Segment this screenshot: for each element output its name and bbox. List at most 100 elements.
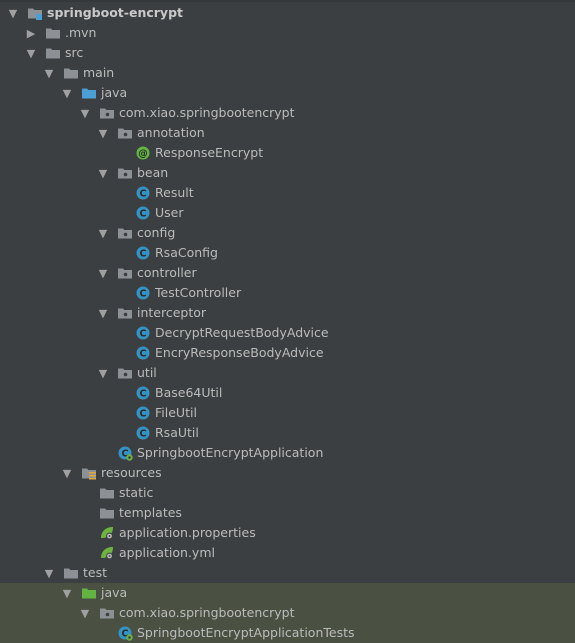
tree-row-label: resources [101,465,162,480]
tree-row-label: SpringbootEncryptApplicationTests [137,625,355,640]
tree-row[interactable]: C FileUtil [0,403,575,423]
tree-row[interactable]: static [0,483,575,503]
tree-row[interactable]: C DecryptRequestBodyAdvice [0,323,575,343]
tree-row-label: com.xiao.springbootencrypt [119,105,295,120]
class-icon: C [135,325,151,341]
tree-row[interactable]: ▼ util [0,363,575,383]
tree-row[interactable]: ▼ com.xiao.springbootencrypt [0,603,575,623]
tree-row[interactable]: ▼ com.xiao.springbootencrypt [0,103,575,123]
tree-row-label: Result [155,185,194,200]
tree-row-label: FileUtil [155,405,197,420]
module-folder-icon [27,5,43,21]
svg-text:C: C [140,209,147,220]
tree-row[interactable]: ▼ java [0,83,575,103]
tree-row[interactable]: ▶ .mvn [0,23,575,43]
expand-arrow-icon[interactable]: ▼ [41,563,57,583]
package-icon [117,165,133,181]
class-icon: C [135,385,151,401]
svg-text:C: C [140,329,147,340]
tree-row-label: application.properties [119,525,256,540]
expand-arrow-icon[interactable]: ▼ [95,303,111,323]
package-icon [117,225,133,241]
tree-row[interactable]: application.properties [0,523,575,543]
tree-row[interactable]: ▼ bean [0,163,575,183]
tree-row-label: java [101,85,128,100]
tree-row[interactable]: ▼ interceptor [0,303,575,323]
tree-row[interactable]: ▼ config [0,223,575,243]
package-icon [117,125,133,141]
tree-row[interactable]: C SpringbootEncryptApplication [0,443,575,463]
svg-text:C: C [140,189,147,200]
tree-row[interactable]: C TestController [0,283,575,303]
tree-row-label: TestController [155,285,242,300]
expand-arrow-icon[interactable]: ▼ [95,163,111,183]
tree-row[interactable]: ▼ src [0,43,575,63]
tree-row[interactable]: ▼ springboot-encrypt [0,3,575,23]
tree-row-label: RsaConfig [155,245,218,260]
package-icon [99,605,115,621]
tree-row[interactable]: ▼ test [0,563,575,583]
tree-row[interactable]: C Result [0,183,575,203]
project-tree[interactable]: ▼ springboot-encrypt ▶ .mvn ▼ src ▼ main ▼ java ▼ c… [0,0,575,643]
expand-arrow-icon[interactable]: ▼ [5,3,21,23]
svg-text:C: C [140,429,147,440]
svg-text:C: C [140,349,147,360]
svg-text:@: @ [138,149,148,160]
tree-row-label: DecryptRequestBodyAdvice [155,325,329,340]
expand-arrow-icon[interactable]: ▼ [95,223,111,243]
expand-arrow-icon[interactable]: ▼ [41,63,57,83]
package-icon [117,365,133,381]
tree-row[interactable]: C RsaUtil [0,423,575,443]
package-icon [117,265,133,281]
expand-arrow-icon[interactable]: ▼ [59,463,75,483]
expand-arrow-icon[interactable]: ▼ [77,603,93,623]
expand-arrow-icon[interactable]: ▼ [95,263,111,283]
class-icon: C [135,405,151,421]
svg-text:C: C [140,389,147,400]
class-icon: C [135,185,151,201]
tree-row[interactable]: C User [0,203,575,223]
tree-row[interactable]: ▼ annotation [0,123,575,143]
tree-row-label: java [101,585,128,600]
tree-row[interactable]: @ ResponseEncrypt [0,143,575,163]
tree-row[interactable]: ▼ resources [0,463,575,483]
class-icon: C [135,285,151,301]
resources-folder-icon [81,465,97,481]
tree-row-label: config [137,225,176,240]
tree-row[interactable]: templates [0,503,575,523]
folder-icon [99,485,115,501]
tree-row[interactable]: ▼ java [0,583,575,603]
expand-arrow-icon[interactable]: ▼ [59,83,75,103]
tree-row-label: SpringbootEncryptApplication [137,445,324,460]
expand-arrow-icon[interactable]: ▼ [23,43,39,63]
tree-row[interactable]: C EncryResponseBodyAdvice [0,343,575,363]
tree-row[interactable]: ▼ main [0,63,575,83]
tree-row[interactable]: ▼ controller [0,263,575,283]
annotation-icon: @ [135,145,151,161]
spring-boot-class-icon: C [117,625,133,641]
tree-row-label: RsaUtil [155,425,199,440]
expand-arrow-icon[interactable]: ▼ [95,363,111,383]
spring-config-icon [99,545,115,561]
tree-row-label: controller [137,265,197,280]
source-folder-icon [81,85,97,101]
tree-row-label: ResponseEncrypt [155,145,264,160]
class-icon: C [135,205,151,221]
tree-row-label: springboot-encrypt [47,5,183,20]
svg-text:C: C [140,409,147,420]
folder-icon [45,45,61,61]
expand-arrow-icon[interactable]: ▼ [95,123,111,143]
tree-row-label: com.xiao.springbootencrypt [119,605,295,620]
package-icon [99,105,115,121]
tree-row[interactable]: application.yml [0,543,575,563]
expand-arrow-icon[interactable]: ▼ [77,103,93,123]
tree-row[interactable]: C RsaConfig [0,243,575,263]
folder-icon [63,65,79,81]
collapse-arrow-icon[interactable]: ▶ [23,23,39,43]
expand-arrow-icon[interactable]: ▼ [59,583,75,603]
tree-row-label: bean [137,165,169,180]
tree-row[interactable]: C SpringbootEncryptApplicationTests [0,623,575,643]
test-source-folder-icon [81,585,97,601]
tree-row-label: main [83,65,115,80]
tree-row[interactable]: C Base64Util [0,383,575,403]
